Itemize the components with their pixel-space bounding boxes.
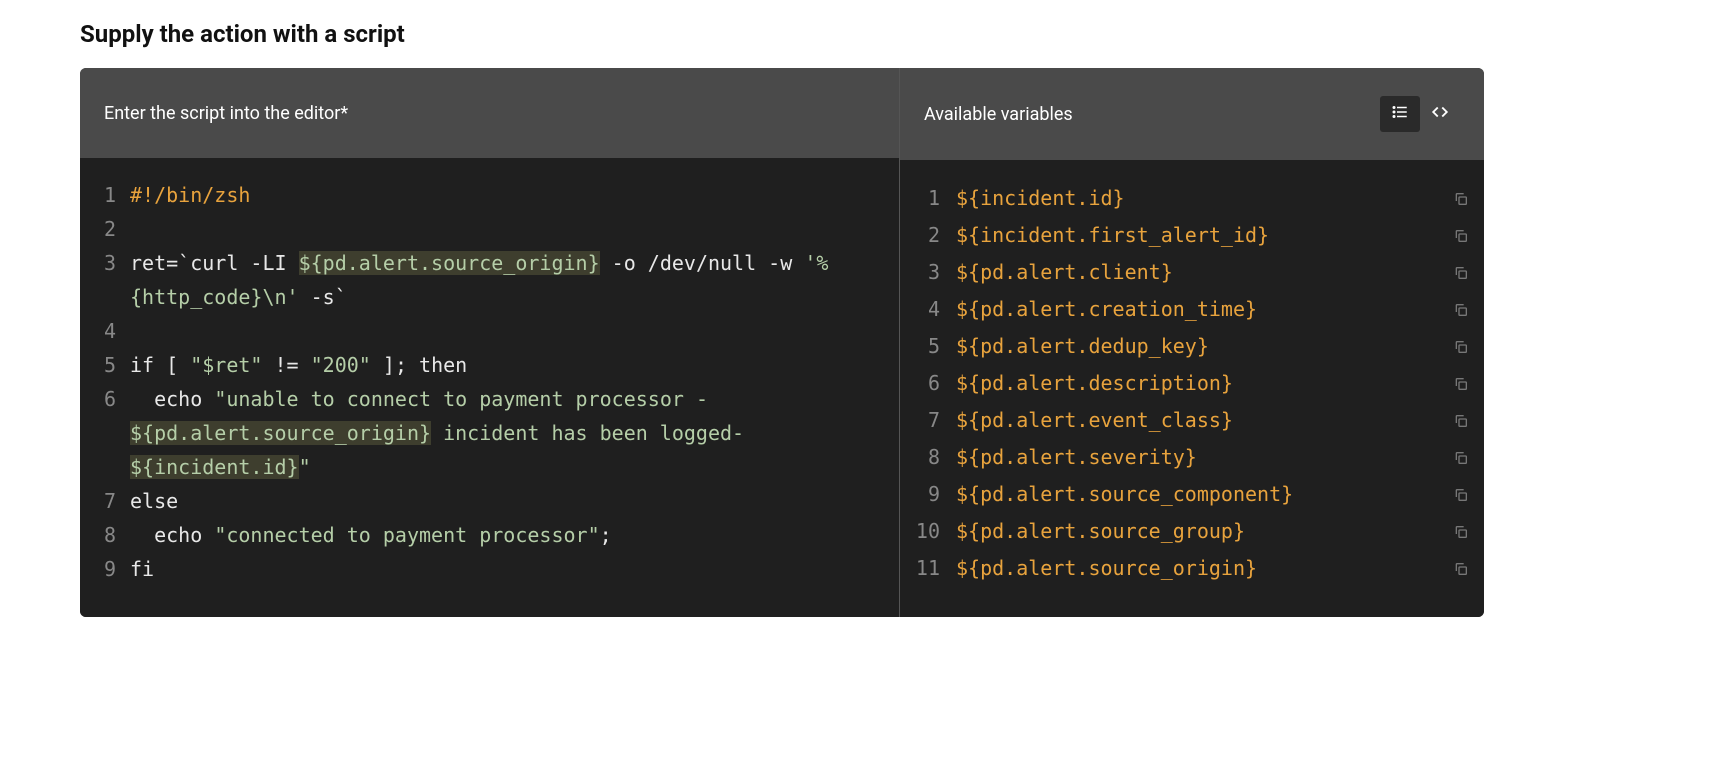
variable-line-number: 6: [900, 365, 956, 402]
code-line: 4: [80, 314, 899, 348]
copy-icon[interactable]: [1450, 302, 1472, 318]
line-number: 5: [80, 348, 130, 382]
view-toggle-group: [1380, 96, 1460, 132]
line-number: 4: [80, 314, 130, 348]
line-number: 1: [80, 178, 130, 212]
variable-row: 3${pd.alert.client}: [900, 254, 1472, 291]
copy-icon[interactable]: [1450, 450, 1472, 466]
variable-name[interactable]: ${incident.first_alert_id}: [956, 217, 1442, 254]
code-content: #!/bin/zsh: [130, 178, 899, 212]
copy-icon[interactable]: [1450, 191, 1472, 207]
variable-line-number: 7: [900, 402, 956, 439]
list-icon: [1391, 103, 1409, 125]
line-number: 6: [80, 382, 130, 416]
variable-name[interactable]: ${pd.alert.description}: [956, 365, 1442, 402]
variable-row: 10${pd.alert.source_group}: [900, 513, 1472, 550]
variable-line-number: 3: [900, 254, 956, 291]
variable-row: 8${pd.alert.severity}: [900, 439, 1472, 476]
variable-name[interactable]: ${pd.alert.creation_time}: [956, 291, 1442, 328]
variable-line-number: 10: [900, 513, 956, 550]
code-line: 7else: [80, 484, 899, 518]
variable-line-number: 5: [900, 328, 956, 365]
variables-label: Available variables: [924, 104, 1073, 125]
line-number: 2: [80, 212, 130, 246]
code-line: 9fi: [80, 552, 899, 586]
variable-name[interactable]: ${pd.alert.source_group}: [956, 513, 1442, 550]
code-line: 2: [80, 212, 899, 246]
code-line: 5if [ "$ret" != "200" ]; then: [80, 348, 899, 382]
code-content: fi: [130, 552, 899, 586]
variable-row: 5${pd.alert.dedup_key}: [900, 328, 1472, 365]
copy-icon[interactable]: [1450, 561, 1472, 577]
variables-column: Available variables: [900, 68, 1484, 617]
section-title: Supply the action with a script: [80, 20, 1650, 48]
code-content: echo "unable to connect to payment proce…: [130, 382, 899, 484]
variable-line-number: 8: [900, 439, 956, 476]
code-content: else: [130, 484, 899, 518]
code-content: ret=`curl -LI ${pd.alert.source_origin} …: [130, 246, 899, 314]
copy-icon[interactable]: [1450, 487, 1472, 503]
code-view-button[interactable]: [1420, 96, 1460, 132]
code-content: if [ "$ret" != "200" ]; then: [130, 348, 899, 382]
copy-icon[interactable]: [1450, 228, 1472, 244]
variables-header: Available variables: [900, 68, 1484, 160]
editor-column: Enter the script into the editor* 1#!/bi…: [80, 68, 900, 617]
code-line: 3ret=`curl -LI ${pd.alert.source_origin}…: [80, 246, 899, 314]
variable-name[interactable]: ${pd.alert.source_component}: [956, 476, 1442, 513]
variable-row: 6${pd.alert.description}: [900, 365, 1472, 402]
variables-list: 1${incident.id}2${incident.first_alert_i…: [900, 160, 1484, 617]
copy-icon[interactable]: [1450, 376, 1472, 392]
copy-icon[interactable]: [1450, 339, 1472, 355]
code-editor[interactable]: 1#!/bin/zsh23ret=`curl -LI ${pd.alert.so…: [80, 158, 899, 617]
line-number: 9: [80, 552, 130, 586]
variable-name[interactable]: ${pd.alert.severity}: [956, 439, 1442, 476]
variable-line-number: 2: [900, 217, 956, 254]
editor-header: Enter the script into the editor*: [80, 68, 899, 158]
copy-icon[interactable]: [1450, 265, 1472, 281]
code-line: 1#!/bin/zsh: [80, 178, 899, 212]
variable-row: 4${pd.alert.creation_time}: [900, 291, 1472, 328]
line-number: 8: [80, 518, 130, 552]
code-content: echo "connected to payment processor";: [130, 518, 899, 552]
variable-row: 2${incident.first_alert_id}: [900, 217, 1472, 254]
script-panel: Enter the script into the editor* 1#!/bi…: [80, 68, 1484, 617]
list-view-button[interactable]: [1380, 96, 1420, 132]
code-line: 8 echo "connected to payment processor";: [80, 518, 899, 552]
variable-line-number: 11: [900, 550, 956, 587]
variable-line-number: 1: [900, 180, 956, 217]
line-number: 3: [80, 246, 130, 280]
variable-row: 7${pd.alert.event_class}: [900, 402, 1472, 439]
editor-label: Enter the script into the editor*: [104, 103, 348, 124]
variable-row: 1${incident.id}: [900, 180, 1472, 217]
code-line: 6 echo "unable to connect to payment pro…: [80, 382, 899, 484]
variable-row: 11${pd.alert.source_origin}: [900, 550, 1472, 587]
variable-name[interactable]: ${pd.alert.client}: [956, 254, 1442, 291]
variable-row: 9${pd.alert.source_component}: [900, 476, 1472, 513]
code-icon: [1431, 103, 1449, 125]
line-number: 7: [80, 484, 130, 518]
variable-name[interactable]: ${pd.alert.dedup_key}: [956, 328, 1442, 365]
variable-name[interactable]: ${pd.alert.source_origin}: [956, 550, 1442, 587]
variable-line-number: 4: [900, 291, 956, 328]
copy-icon[interactable]: [1450, 413, 1472, 429]
copy-icon[interactable]: [1450, 524, 1472, 540]
variable-line-number: 9: [900, 476, 956, 513]
variable-name[interactable]: ${incident.id}: [956, 180, 1442, 217]
variable-name[interactable]: ${pd.alert.event_class}: [956, 402, 1442, 439]
